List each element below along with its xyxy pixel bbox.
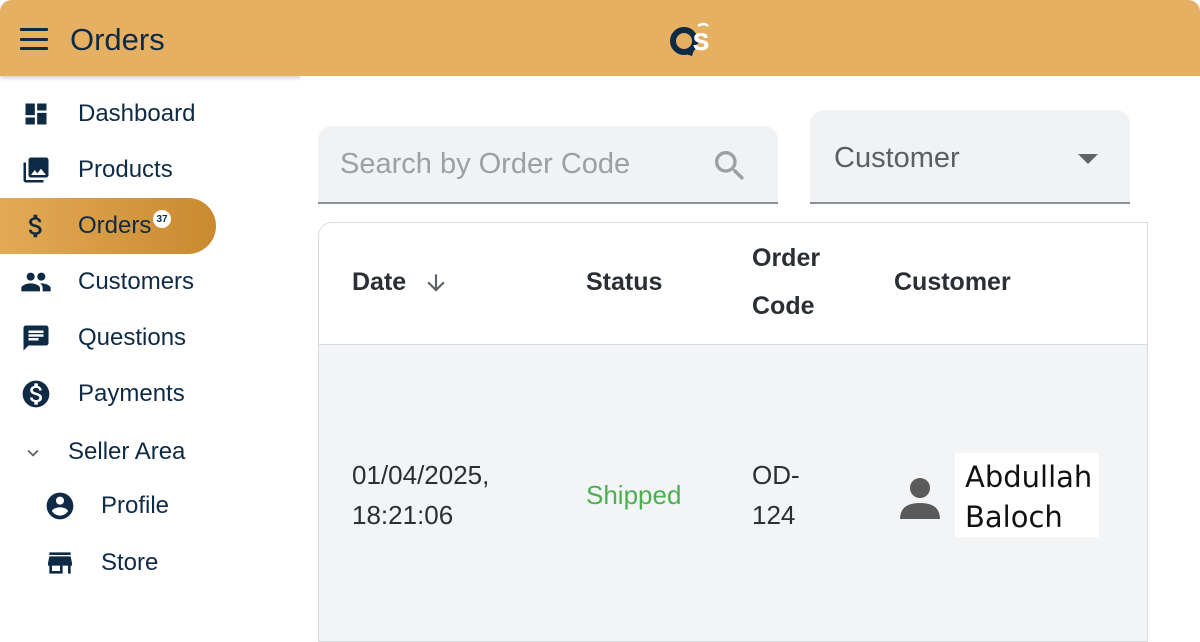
sidebar-item-profile[interactable]: Profile (0, 478, 260, 534)
chat-icon (20, 322, 52, 354)
chevron-down-icon (22, 442, 44, 469)
sidebar-item-label: Questions (78, 324, 187, 351)
dollar-icon (20, 210, 52, 242)
logo-lettering: S (693, 29, 709, 56)
sidebar-item-dashboard[interactable]: Dashboard (0, 86, 216, 142)
order-code-line: 124 (752, 500, 796, 530)
sidebar-item-label: Payments (78, 380, 185, 407)
column-header-label: Code (752, 292, 815, 320)
menu-icon[interactable] (20, 28, 48, 50)
sidebar-item-customers[interactable]: Customers (0, 254, 216, 310)
brand-logo[interactable]: S (668, 20, 714, 60)
orders-table: Date Status Order Code Customer 01/04/20… (318, 222, 1148, 642)
page-title: Orders (70, 22, 165, 57)
dollar-circle-icon (20, 378, 52, 410)
customer-first-name: Abdullah (965, 460, 1093, 494)
dropdown-arrow-icon (1078, 154, 1098, 164)
column-header-customer[interactable]: Customer (894, 258, 1011, 306)
store-icon (44, 547, 76, 579)
sidebar-item-label: Profile (101, 492, 170, 519)
order-date: 01/04/2025, 18:21:06 (352, 455, 489, 535)
search-icon[interactable] (710, 146, 750, 186)
column-header-status[interactable]: Status (586, 258, 662, 306)
orders-count-badge: 37 (153, 210, 171, 228)
column-header-date[interactable]: Date (352, 258, 449, 306)
seller-area-toggle[interactable]: Seller Area (0, 428, 260, 476)
customer-name: Abdullah Baloch (955, 453, 1099, 537)
sidebar-item-store[interactable]: Store (0, 535, 260, 591)
table-header: Date Status Order Code Customer (319, 223, 1147, 345)
search-field[interactable] (318, 126, 778, 204)
sidebar-item-label: Dashboard (78, 100, 196, 127)
sidebar-item-payments[interactable]: Payments (0, 366, 216, 422)
sidebar-item-orders[interactable]: Orders 37 (0, 198, 216, 254)
sidebar-item-questions[interactable]: Questions (0, 310, 216, 366)
column-header-label: Order (752, 244, 821, 272)
order-code: OD- 124 (752, 455, 800, 535)
photo-library-icon (20, 154, 52, 186)
sidebar-item-label: Orders (78, 212, 152, 239)
sidebar-item-label: Products (78, 156, 173, 183)
top-app-bar: Orders S (0, 0, 1200, 76)
customer-avatar-icon (900, 478, 940, 519)
order-status: Shipped (586, 480, 682, 510)
account-circle-icon (44, 490, 76, 522)
sort-descending-icon[interactable] (423, 270, 449, 296)
customer-select-value: Customer (834, 142, 960, 174)
sidebar-item-products[interactable]: Products (0, 142, 216, 198)
sidebar-item-label: Store (101, 549, 159, 576)
customer-select[interactable]: Customer (810, 110, 1130, 204)
search-input[interactable] (340, 144, 710, 184)
column-header-label: Date (352, 268, 407, 296)
dashboard-icon (20, 98, 52, 130)
order-date-line: 01/04/2025, (352, 460, 490, 490)
customer-last-name: Baloch (965, 500, 1063, 534)
column-header-order-code[interactable]: Order Code (752, 234, 820, 330)
people-icon (20, 266, 52, 298)
order-code-line: OD- (752, 460, 800, 490)
order-time-line: 18:21:06 (352, 500, 454, 530)
seller-area-label: Seller Area (68, 438, 186, 465)
sidebar-item-label: Customers (78, 268, 195, 295)
